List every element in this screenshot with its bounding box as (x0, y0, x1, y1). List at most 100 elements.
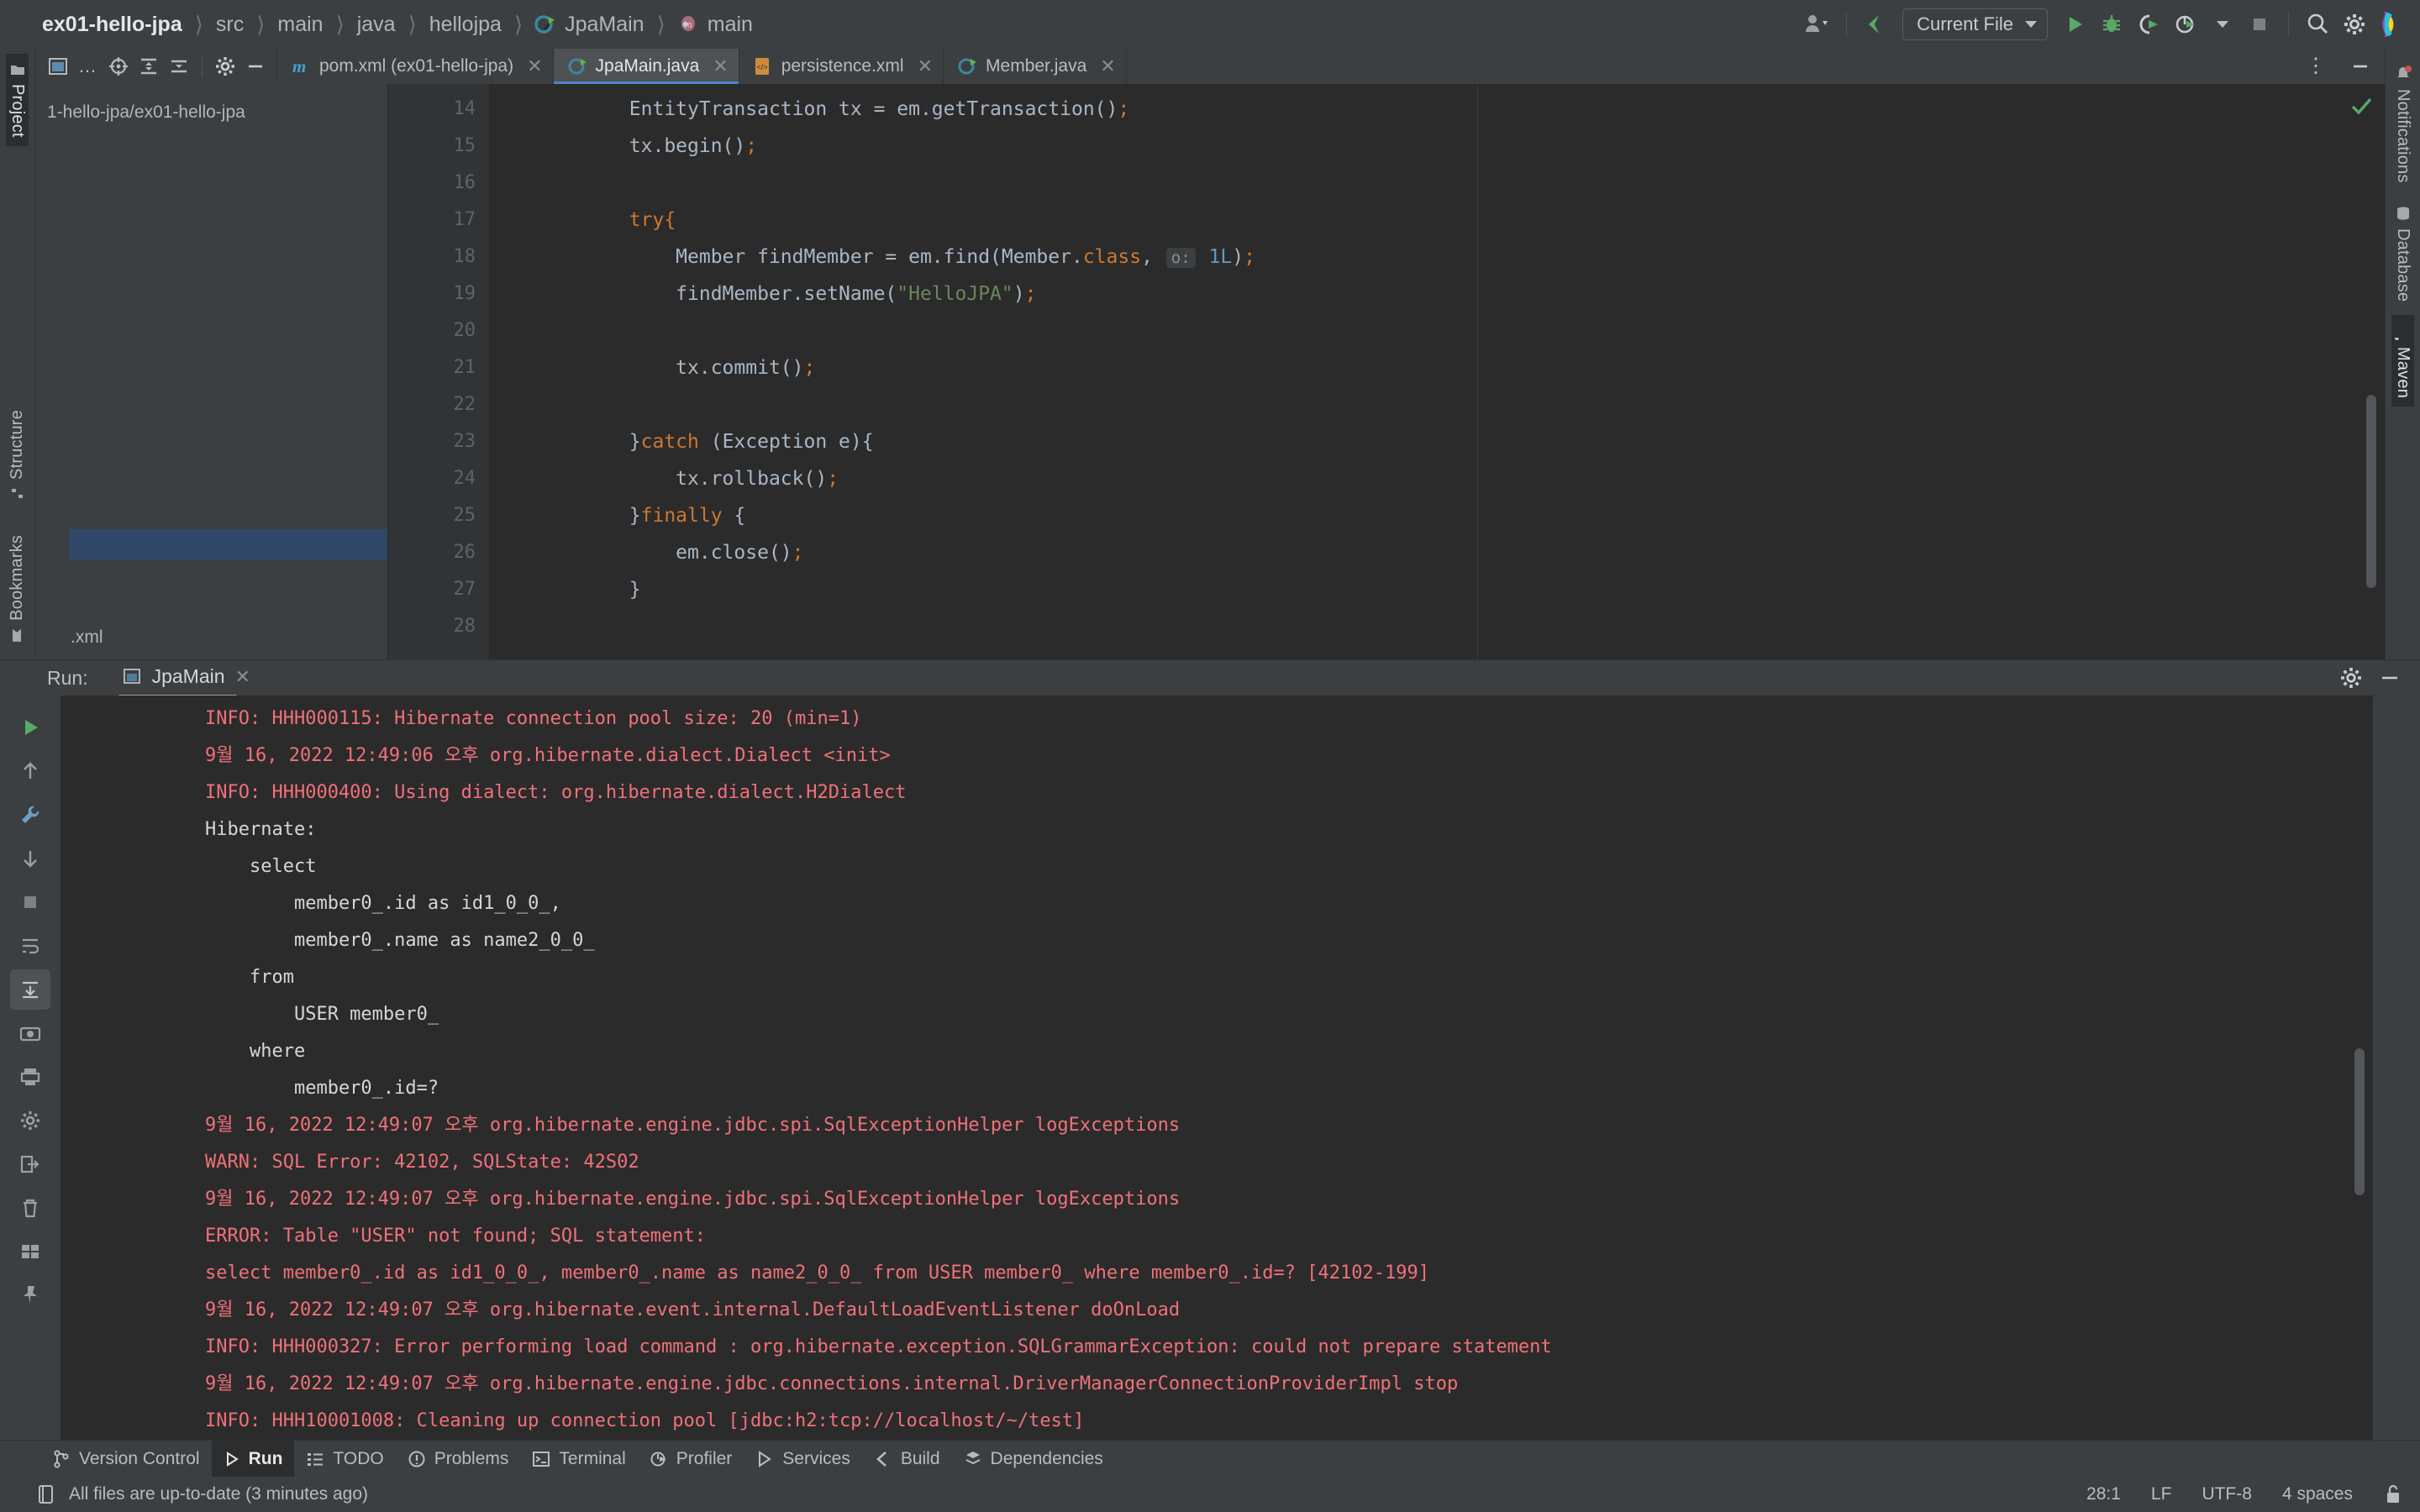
code-editor[interactable]: 14 15 16 17− 18 19 20 21 22 23− 24 25▲ 2… (388, 84, 2385, 659)
expand-collapse-icon[interactable] (134, 52, 163, 81)
bottom-item-services[interactable]: Services (744, 1441, 862, 1477)
hide-icon[interactable] (2378, 666, 2402, 690)
tab-persistence-xml[interactable]: </> persistence.xml ✕ (739, 49, 944, 84)
locate-icon[interactable] (104, 52, 133, 81)
editor-scrollbar-thumb[interactable] (2366, 395, 2376, 588)
project-selected-row[interactable] (69, 529, 387, 559)
console-output[interactable]: INFO: HHH000115: Hibernate connection po… (60, 696, 2373, 1440)
tab-options-menu[interactable]: ⋮ (2296, 49, 2336, 84)
updates-icon[interactable] (1859, 8, 1892, 41)
trash-icon[interactable] (10, 1188, 50, 1228)
stop-icon[interactable] (10, 882, 50, 922)
hide-editor-icon[interactable] (2336, 49, 2385, 84)
sidebar-item-maven[interactable]: m Maven (2391, 314, 2414, 407)
scroll-up-icon[interactable] (10, 751, 50, 791)
run-configuration-selector[interactable]: Current File (1902, 8, 2048, 40)
breadcrumb-item-project[interactable]: ex01-hello-jpa (40, 13, 184, 37)
line-separator[interactable]: LF (2151, 1484, 2172, 1504)
sidebar-item-project[interactable]: Project (6, 54, 29, 146)
bottom-item-todo[interactable]: TODO (294, 1441, 395, 1477)
tab-member-java[interactable]: Member.java ✕ (944, 49, 1127, 84)
collapse-all-icon[interactable] (165, 52, 193, 81)
settings-icon[interactable] (211, 52, 239, 81)
scroll-down-icon[interactable] (10, 838, 50, 879)
settings-gear-icon[interactable] (10, 1100, 50, 1141)
profile-button[interactable] (2169, 8, 2202, 41)
run-window-header: Run: JpaMain ✕ (0, 660, 2420, 697)
breadcrumb-item-main[interactable]: main (276, 13, 324, 37)
camera-icon[interactable] (10, 1013, 50, 1053)
bookmark-icon (13, 629, 22, 642)
scroll-to-end-icon[interactable] (10, 969, 50, 1010)
settings-icon[interactable] (2338, 8, 2371, 41)
tab-pom-xml[interactable]: m pom.xml (ex01-hello-jpa) ✕ (277, 49, 554, 84)
bottom-item-version-control[interactable]: Version Control (40, 1441, 212, 1477)
close-icon[interactable]: ✕ (713, 55, 728, 77)
todo-icon (308, 1452, 324, 1466)
print-icon[interactable] (10, 1057, 50, 1097)
parameter-hint-icon: o: (1165, 248, 1196, 268)
run-tab-jpamain[interactable]: JpaMain ✕ (118, 665, 250, 697)
close-icon[interactable]: ✕ (527, 55, 542, 77)
sidebar-item-notifications[interactable]: Notifications (2391, 57, 2414, 192)
java-class-icon (568, 58, 587, 75)
indent-setting[interactable]: 4 spaces (2282, 1484, 2353, 1504)
more-icon[interactable]: … (74, 52, 103, 81)
import-icon[interactable] (10, 1144, 50, 1184)
wrench-icon[interactable] (10, 795, 50, 835)
line-number-gutter[interactable]: 14 15 16 17− 18 19 20 21 22 23− 24 25▲ 2… (388, 84, 513, 659)
sidebar-item-database[interactable]: Database (2391, 197, 2414, 310)
unlocked-icon[interactable] (2383, 1483, 2403, 1505)
tab-label: JpaMain.java (595, 56, 700, 76)
code-text-area[interactable]: EntityTransaction tx = em.getTransaction… (489, 84, 2334, 659)
console-line: from (205, 967, 294, 988)
close-icon[interactable]: ✕ (1100, 55, 1115, 77)
search-icon[interactable] (2301, 8, 2334, 41)
ide-logo-icon (2375, 8, 2408, 41)
run-with-coverage-button[interactable] (2132, 8, 2165, 41)
breadcrumb-item-method[interactable]: main (706, 13, 755, 37)
bottom-item-run[interactable]: Run (211, 1441, 295, 1477)
sidebar-item-bookmarks[interactable]: Bookmarks (6, 527, 29, 651)
pin-icon[interactable] (10, 1275, 50, 1315)
tab-jpamain-java[interactable]: JpaMain.java ✕ (553, 49, 739, 84)
grid-icon[interactable] (10, 1231, 50, 1272)
project-view-icon[interactable] (44, 52, 72, 81)
account-icon[interactable] (1801, 8, 1834, 41)
console-scrollbar-thumb[interactable] (2354, 1048, 2365, 1195)
breadcrumb-item-java[interactable]: java (355, 13, 397, 37)
sidebar-item-structure[interactable]: Structure (6, 402, 29, 508)
settings-icon[interactable] (2339, 666, 2363, 690)
stop-button[interactable] (2243, 8, 2276, 41)
close-icon[interactable]: ✕ (235, 666, 250, 688)
breadcrumb-separator: ⟩ (256, 11, 266, 37)
caret-position[interactable]: 28:1 (2086, 1484, 2121, 1504)
run-button[interactable] (2058, 8, 2091, 41)
debug-button[interactable] (2095, 8, 2128, 41)
editor-scrollbar-area[interactable] (2334, 84, 2385, 659)
bottom-item-profiler[interactable]: Profiler (638, 1441, 744, 1477)
build-icon (876, 1451, 886, 1467)
file-encoding[interactable]: UTF-8 (2202, 1484, 2252, 1504)
bottom-item-problems[interactable]: Problems (396, 1441, 521, 1477)
hide-icon[interactable] (241, 52, 270, 81)
line-number: 18 (453, 246, 476, 267)
soft-wrap-icon[interactable] (10, 926, 50, 966)
code-line: tx.commit(); (676, 357, 816, 379)
rerun-icon[interactable] (10, 707, 50, 748)
bottom-item-build[interactable]: Build (862, 1441, 952, 1477)
inspection-ok-icon[interactable] (2349, 94, 2373, 118)
left-tool-window-bar: Project Structure Bookmarks (0, 49, 35, 659)
bottom-item-dependencies[interactable]: Dependencies (952, 1441, 1115, 1477)
breadcrumb-item-hellojpa[interactable]: hellojpa (428, 13, 503, 37)
code-line: findMember.setName("HelloJPA"); (676, 283, 1037, 305)
profile-dropdown-icon[interactable] (2206, 8, 2239, 41)
editor-body: 1-hello-jpa/ex01-hello-jpa .xml 14 15 16… (35, 84, 2385, 659)
bottom-item-terminal[interactable]: Terminal (520, 1441, 637, 1477)
line-number: 28 (453, 616, 476, 637)
close-icon[interactable]: ✕ (918, 55, 933, 77)
breadcrumb-item-src[interactable]: src (214, 13, 245, 37)
breadcrumb-item-class[interactable]: JpaMain (563, 13, 646, 37)
database-icon (2396, 206, 2409, 220)
project-tool-window[interactable]: 1-hello-jpa/ex01-hello-jpa .xml (35, 84, 388, 659)
